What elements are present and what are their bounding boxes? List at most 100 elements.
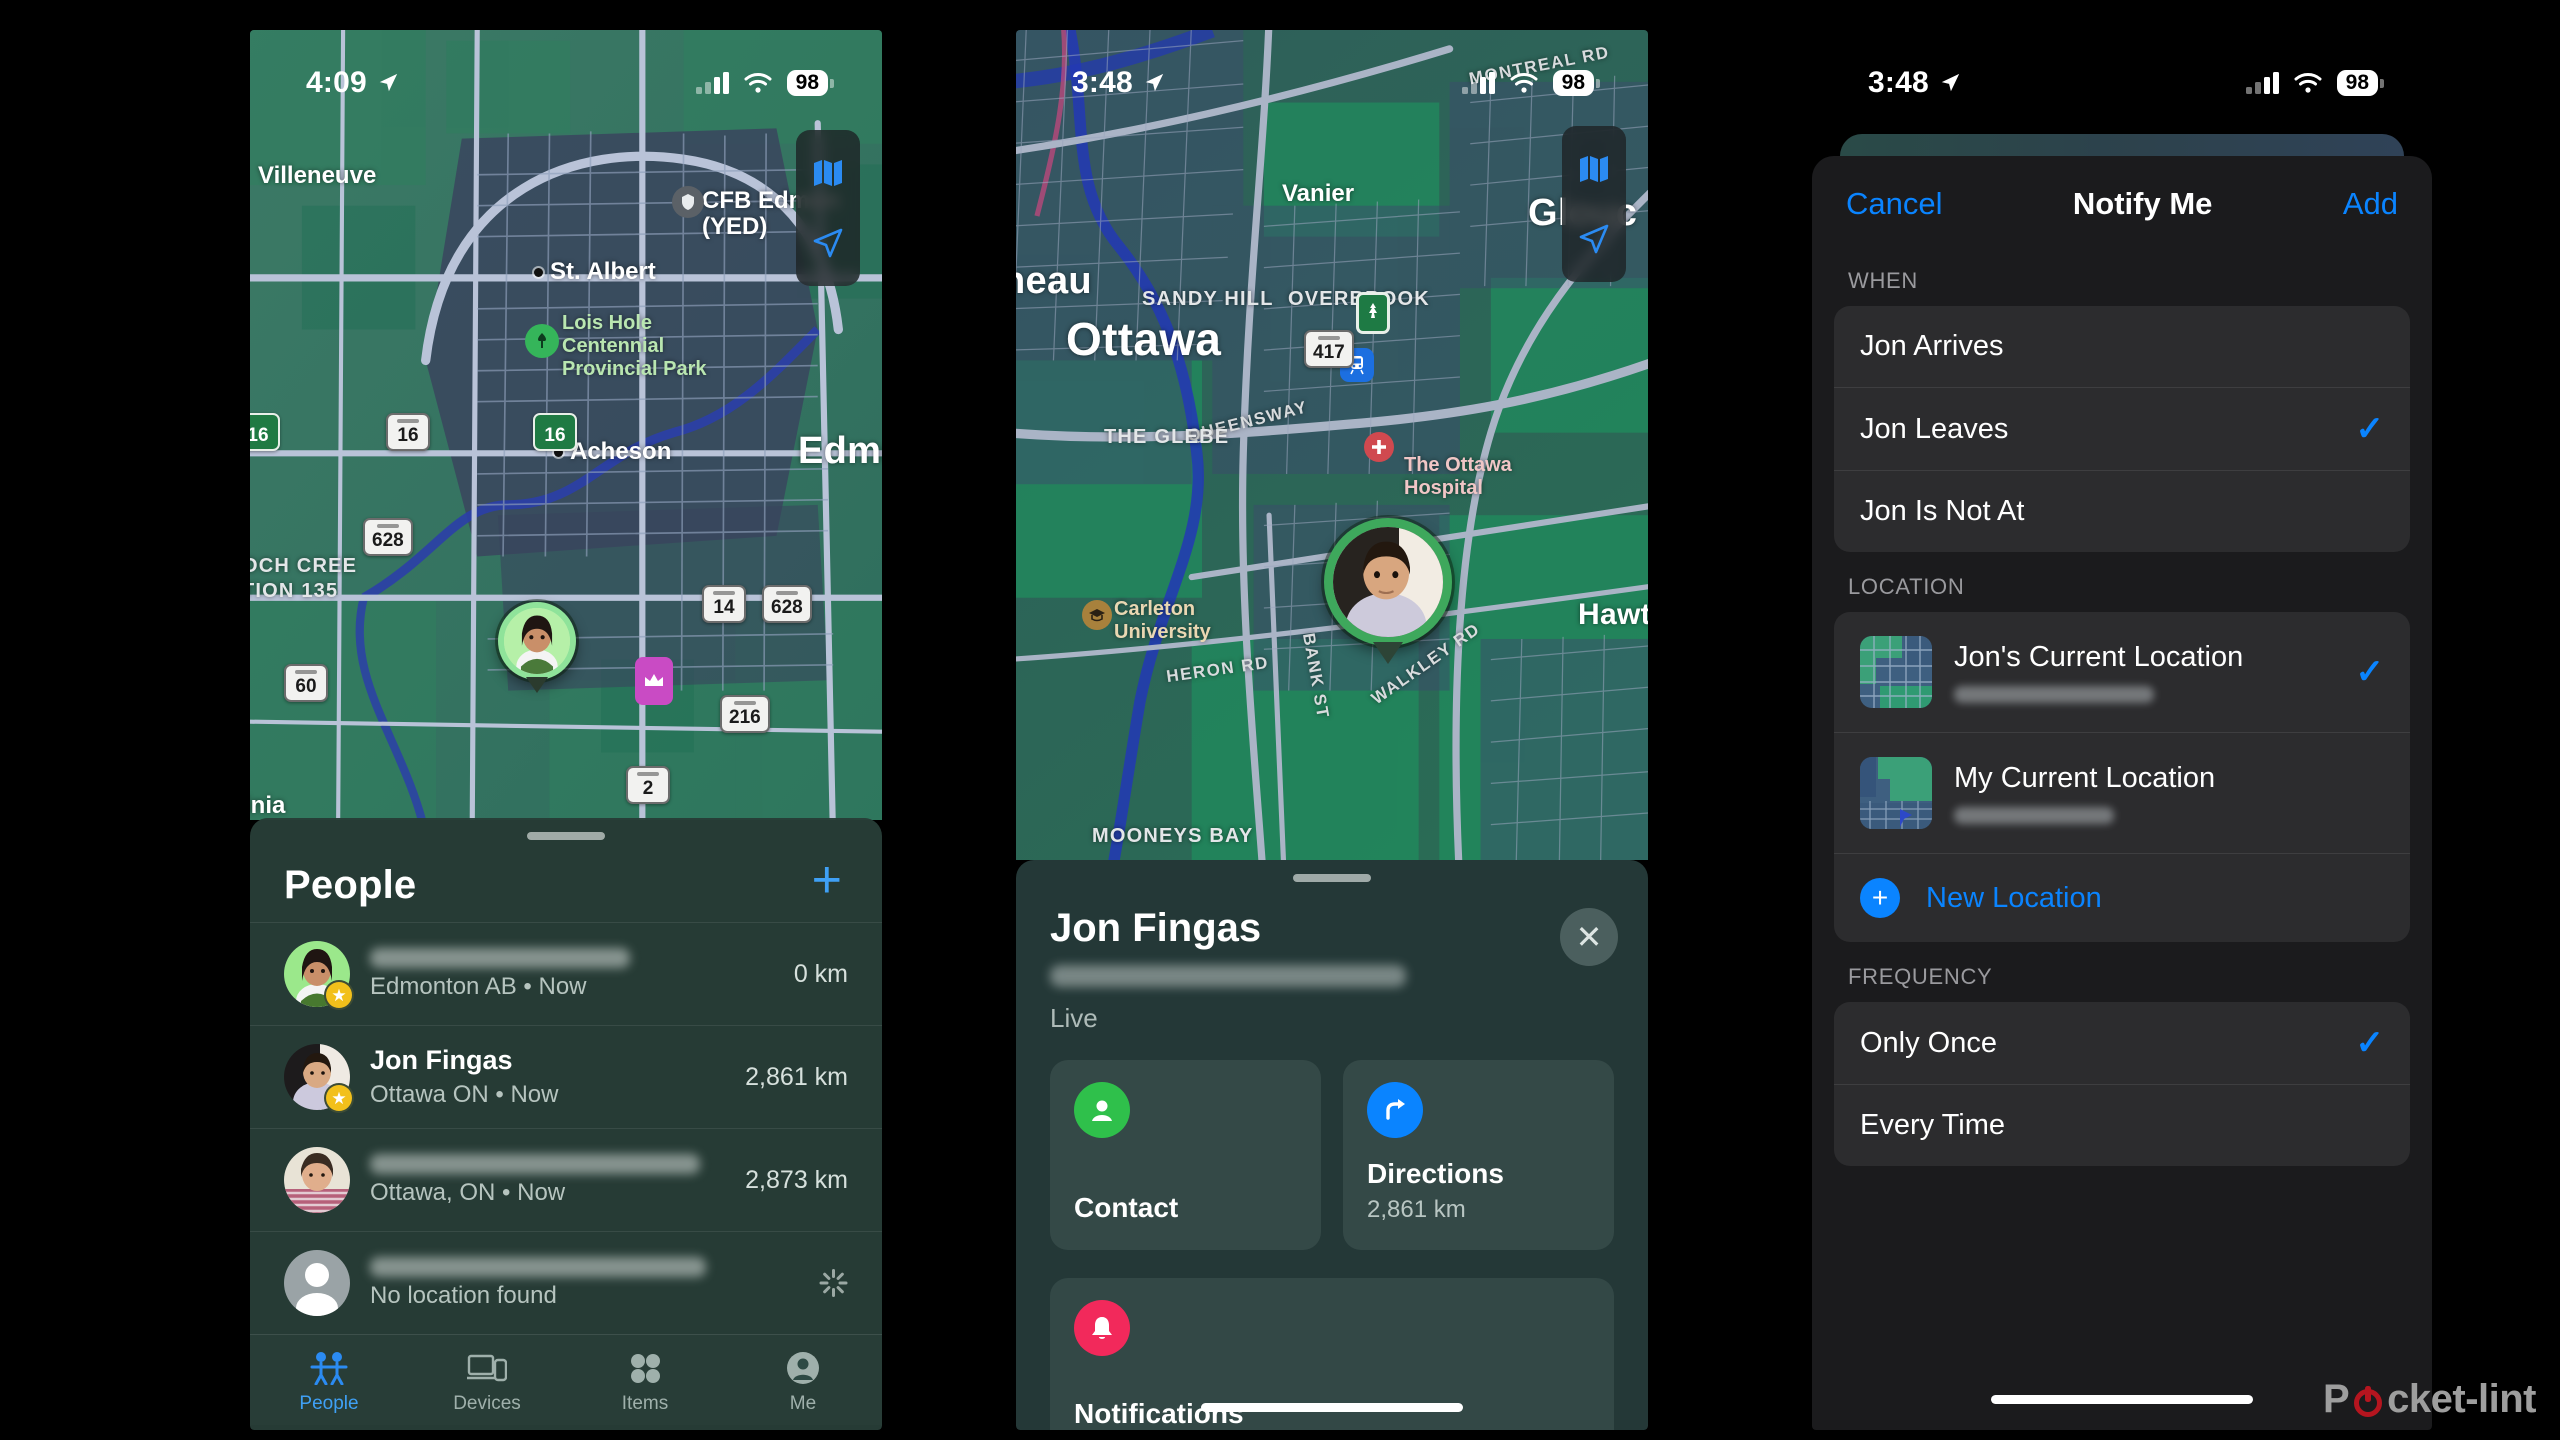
wifi-icon	[744, 73, 772, 93]
battery-level: 98	[2336, 70, 2378, 96]
avatar	[284, 1147, 350, 1214]
option-my-current-location[interactable]: My Current Location	[1834, 732, 2410, 853]
person-detail-sheet: Jon Fingas Live ✕ Contact Directions 2,8…	[1016, 860, 1648, 1430]
location-arrow-icon	[1941, 73, 1960, 92]
status-bar: 3:48 98	[1812, 30, 2432, 114]
tab-devices[interactable]: Devices	[408, 1351, 566, 1415]
card-subtitle: 2,861 km	[1367, 1196, 1466, 1223]
battery-level: 98	[786, 70, 828, 96]
person-distance: 2,873 km	[745, 1165, 848, 1194]
map-label-virginia: inia	[250, 792, 286, 819]
frequency-options-group: Only Once ✓ Every Time	[1834, 1002, 2410, 1166]
map-layers-icon[interactable]	[1562, 134, 1626, 204]
map-thumbnail-me	[1860, 757, 1932, 829]
person-name-redacted	[370, 1256, 706, 1277]
avatar: ★	[284, 1044, 354, 1114]
power-icon	[2351, 1383, 2385, 1417]
tab-label: Me	[789, 1393, 817, 1415]
status-left: 3:48	[1868, 66, 1961, 100]
location-arrow-icon	[1145, 73, 1164, 92]
option-jon-arrives[interactable]: Jon Arrives	[1834, 306, 2410, 387]
map-label-edmonton: Edmonton	[798, 430, 882, 472]
status-bar: 4:09 98	[250, 30, 882, 114]
cancel-button[interactable]: Cancel	[1846, 186, 1943, 222]
home-indicator	[1201, 1403, 1463, 1412]
list-item[interactable]: Ottawa, ON • Now 2,873 km	[250, 1128, 882, 1231]
section-header-frequency: FREQUENCY	[1848, 964, 1993, 989]
locate-me-icon[interactable]	[1562, 204, 1626, 274]
map-label-hawthorne: Hawthorne	[1578, 598, 1648, 631]
tab-items[interactable]: Items	[566, 1351, 724, 1415]
status-time: 3:48	[1868, 66, 1929, 99]
map-edmonton[interactable]: Villeneuve CFB Edmon (YED) St. Albert Loi…	[250, 30, 882, 820]
me-icon	[787, 1352, 819, 1385]
locate-me-icon[interactable]	[796, 208, 860, 278]
add-person-button[interactable]: +	[806, 854, 848, 908]
highway-shield-16c: 16	[533, 413, 577, 451]
directions-button[interactable]: Directions 2,861 km	[1343, 1060, 1614, 1250]
highway-shield-628b: 628	[762, 585, 812, 623]
map-label-ottawa: Ottawa	[1066, 313, 1222, 365]
status-right: 98	[2245, 70, 2384, 96]
card-title: Contact	[1074, 1192, 1179, 1223]
screenshot-stage: Villeneuve CFB Edmon (YED) St. Albert Loi…	[0, 0, 2560, 1440]
map-label-gatineau: neau	[1016, 260, 1092, 302]
map-label-enoch-cree: OCH CREE TION 135	[250, 555, 358, 602]
map-controls[interactable]	[1562, 126, 1626, 282]
home-indicator	[1991, 1395, 2253, 1404]
list-item-text: Jon Fingas Ottawa ON • Now	[370, 1045, 725, 1109]
option-jon-leaves[interactable]: Jon Leaves ✓	[1834, 387, 2410, 470]
person-location: No location found	[370, 1281, 557, 1309]
checkmark-icon: ✓	[2355, 1024, 2385, 1062]
option-every-time[interactable]: Every Time	[1834, 1084, 2410, 1166]
loading-spinner-icon	[818, 1268, 848, 1298]
option-jon-is-not-at[interactable]: Jon Is Not At	[1834, 470, 2410, 552]
tab-label: Items	[621, 1393, 669, 1415]
battery-indicator: 98	[1552, 70, 1600, 96]
map-label-vanier: Vanier	[1282, 180, 1355, 207]
jon-avatar-pin[interactable]	[1324, 518, 1452, 664]
signal-bars-icon	[2245, 72, 2279, 94]
highway-shield-16b: 16	[250, 413, 280, 451]
list-item[interactable]: ★ Edmonton AB • Now 0 km	[250, 922, 882, 1025]
option-jons-current-location[interactable]: Jon's Current Location ✓	[1834, 612, 2410, 732]
park-marker-green	[1356, 292, 1390, 334]
page-title: People	[284, 862, 417, 907]
option-label: Jon Arrives	[1860, 330, 2004, 362]
map-controls[interactable]	[796, 130, 860, 286]
sheet-grabber[interactable]	[527, 832, 605, 840]
map-layers-icon[interactable]	[796, 138, 860, 208]
new-location-button[interactable]: + New Location	[1834, 853, 2410, 942]
status-left: 3:48	[1072, 66, 1165, 100]
status-right: 98	[695, 70, 834, 96]
people-sheet: People + ★ Edmonton AB • Now 0 km ★ Jon …	[250, 818, 882, 1430]
option-subtitle-redacted	[1954, 686, 2154, 703]
notify-me-modal: Cancel Notify Me Add WHEN Jon Arrives Jo…	[1812, 156, 2432, 1430]
phone-screen-people-list: Villeneuve CFB Edmon (YED) St. Albert Loi…	[250, 30, 882, 1430]
tab-me[interactable]: Me	[724, 1351, 882, 1415]
close-icon[interactable]: ✕	[1560, 908, 1618, 966]
map-ottawa[interactable]: MONTREAL RD Vanier Glouc neau SANDY HILL…	[1016, 30, 1648, 860]
status-bar: 3:48 98	[1016, 30, 1648, 114]
map-label-lois-hole-park: Lois Hole Centennial Provincial Park	[562, 312, 707, 380]
option-label: Jon Is Not At	[1860, 495, 2025, 527]
contact-icon	[1074, 1082, 1130, 1138]
option-only-once[interactable]: Only Once ✓	[1834, 1002, 2410, 1084]
person-avatar-pin[interactable]	[498, 602, 576, 693]
watermark-text-after: cket-lint	[2387, 1377, 2536, 1421]
tab-people[interactable]: People	[250, 1351, 408, 1415]
contact-button[interactable]: Contact	[1050, 1060, 1321, 1250]
list-item[interactable]: ★ Jon Fingas Ottawa ON • Now 2,861 km	[250, 1025, 882, 1128]
plus-circle-icon: +	[1860, 878, 1900, 918]
list-item[interactable]: No location found	[250, 1231, 882, 1334]
star-badge-icon: ★	[324, 1083, 354, 1114]
sheet-grabber[interactable]	[1293, 874, 1371, 882]
highway-shield-2: 2	[626, 766, 670, 804]
option-label: Every Time	[1860, 1109, 2006, 1141]
option-label: Jon Leaves	[1860, 412, 2009, 445]
map-thumbnail-jon	[1860, 636, 1932, 708]
university-marker-icon	[1082, 600, 1112, 630]
status-right: 98	[1461, 70, 1600, 96]
watermark-text-before: P	[2322, 1377, 2350, 1421]
add-button[interactable]: Add	[2343, 186, 2398, 222]
